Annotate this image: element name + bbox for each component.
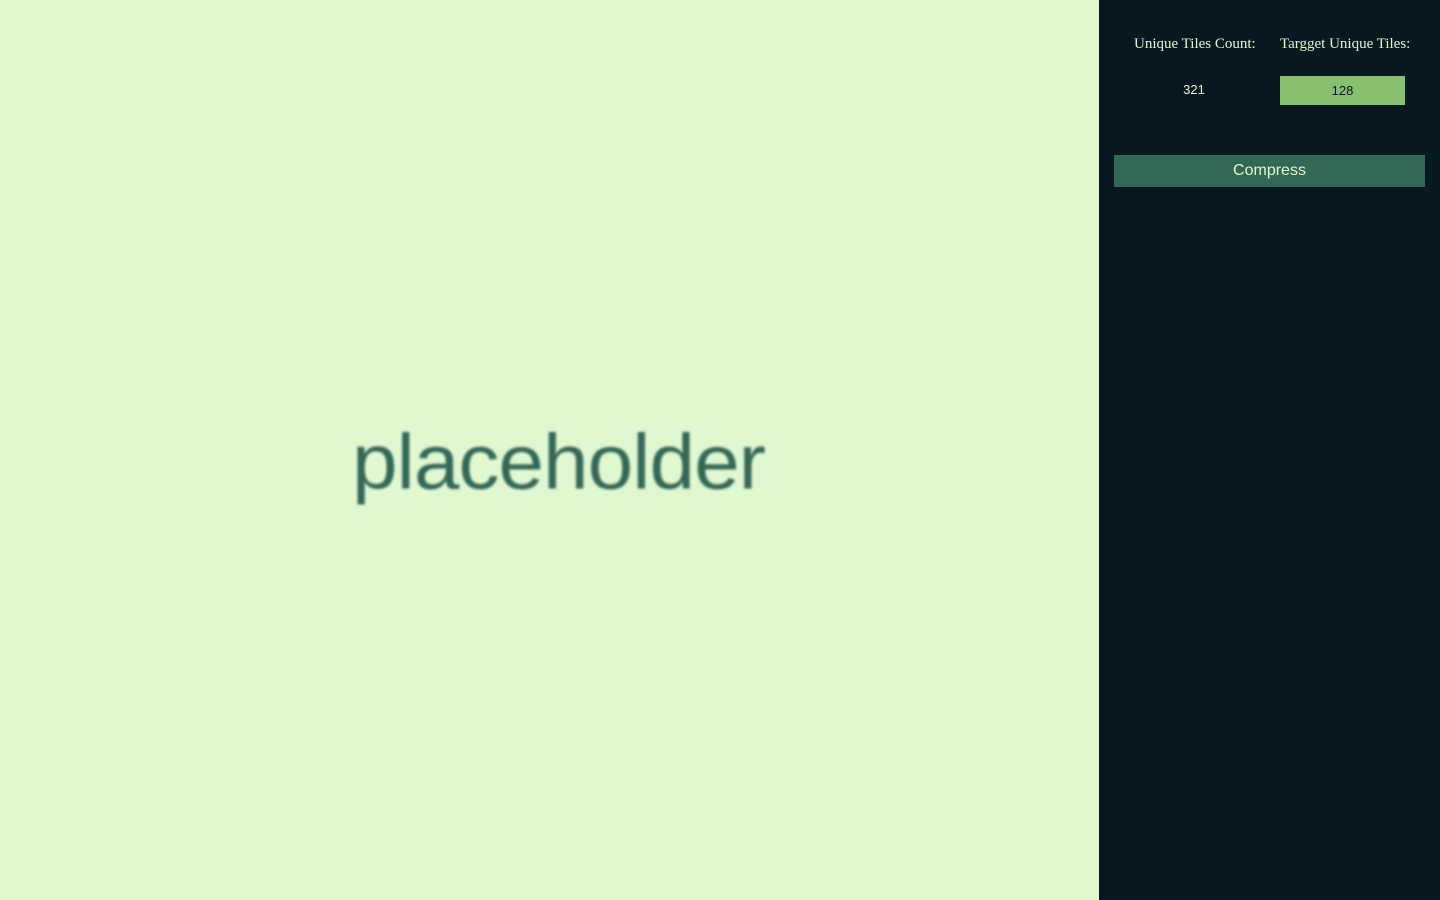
placeholder-text: placeholder xyxy=(352,418,766,506)
unique-tiles-count-value: 321 xyxy=(1183,82,1205,97)
unique-tiles-count-group: Unique Tiles Count: 321 xyxy=(1134,35,1274,104)
unique-tiles-count-label: Unique Tiles Count: xyxy=(1134,36,1256,52)
target-unique-tiles-group: Targget Unique Tiles: xyxy=(1280,35,1420,105)
app-window: placeholder Unique Tiles Count: 321 Targ… xyxy=(0,0,1440,900)
image-canvas[interactable]: placeholder xyxy=(0,0,1099,900)
placeholder-image: placeholder xyxy=(0,0,1099,900)
target-unique-tiles-input[interactable] xyxy=(1280,76,1405,105)
target-unique-tiles-label: Targget Unique Tiles: xyxy=(1280,36,1411,52)
control-sidebar: Unique Tiles Count: 321 Targget Unique T… xyxy=(1099,0,1440,900)
compress-button[interactable]: Compress xyxy=(1114,155,1425,187)
